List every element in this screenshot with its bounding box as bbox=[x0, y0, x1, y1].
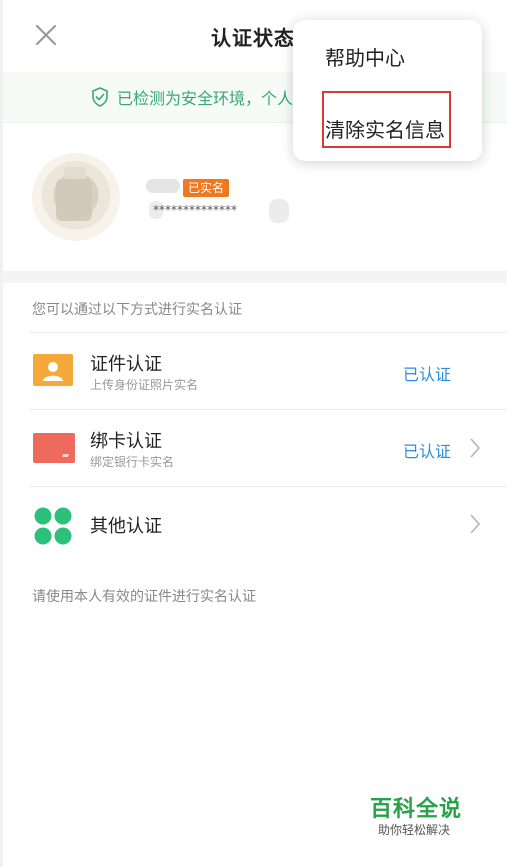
shield-check-icon bbox=[92, 87, 108, 107]
method-title: 其他认证 bbox=[90, 516, 162, 537]
method-status: 已认证 bbox=[403, 365, 452, 384]
method-row-other[interactable]: 其他认证 bbox=[3, 486, 507, 562]
grid-dots-icon bbox=[34, 507, 72, 545]
page-title: 认证状态 bbox=[211, 26, 295, 50]
footer-hint: 请使用本人有效的证件进行实名认证 bbox=[32, 589, 256, 605]
method-row-id-card[interactable]: 证件认证 上传身份证照片实名 已认证 bbox=[3, 332, 507, 408]
name-blurred bbox=[146, 179, 180, 193]
highlight-box bbox=[322, 91, 451, 148]
section-gap bbox=[3, 271, 507, 283]
menu-item-help-center[interactable]: 帮助中心 bbox=[325, 42, 405, 71]
id-card-icon bbox=[33, 354, 73, 386]
bank-card-icon bbox=[33, 433, 75, 463]
method-row-bank-card[interactable]: 绑卡认证 绑定银行卡实名 已认证 bbox=[3, 409, 507, 485]
watermark-subtitle: 助你轻松解决 bbox=[378, 823, 451, 837]
method-status: 已认证 bbox=[403, 442, 452, 461]
method-title: 证件认证 bbox=[90, 354, 162, 375]
close-icon bbox=[35, 24, 57, 46]
close-button[interactable] bbox=[33, 22, 61, 50]
method-title: 绑卡认证 bbox=[90, 431, 162, 452]
security-banner-text: 已检测为安全环境，个人 bbox=[117, 89, 294, 108]
chevron-right-icon bbox=[470, 514, 481, 534]
avatar-blur bbox=[56, 179, 92, 221]
divider bbox=[30, 409, 507, 410]
id-number-masked: ************** bbox=[153, 203, 237, 217]
method-subtitle: 上传身份证照片实名 bbox=[90, 378, 199, 392]
avatar[interactable] bbox=[32, 153, 120, 241]
id-blurred-end bbox=[269, 199, 289, 223]
verified-badge: 已实名 bbox=[183, 179, 230, 197]
divider bbox=[30, 332, 507, 333]
watermark-title: 百科全说 bbox=[370, 797, 463, 822]
method-subtitle: 绑定银行卡实名 bbox=[90, 455, 175, 469]
divider bbox=[30, 486, 507, 487]
chevron-right-icon bbox=[470, 438, 481, 458]
section-hint: 您可以通过以下方式进行实名认证 bbox=[32, 302, 242, 318]
